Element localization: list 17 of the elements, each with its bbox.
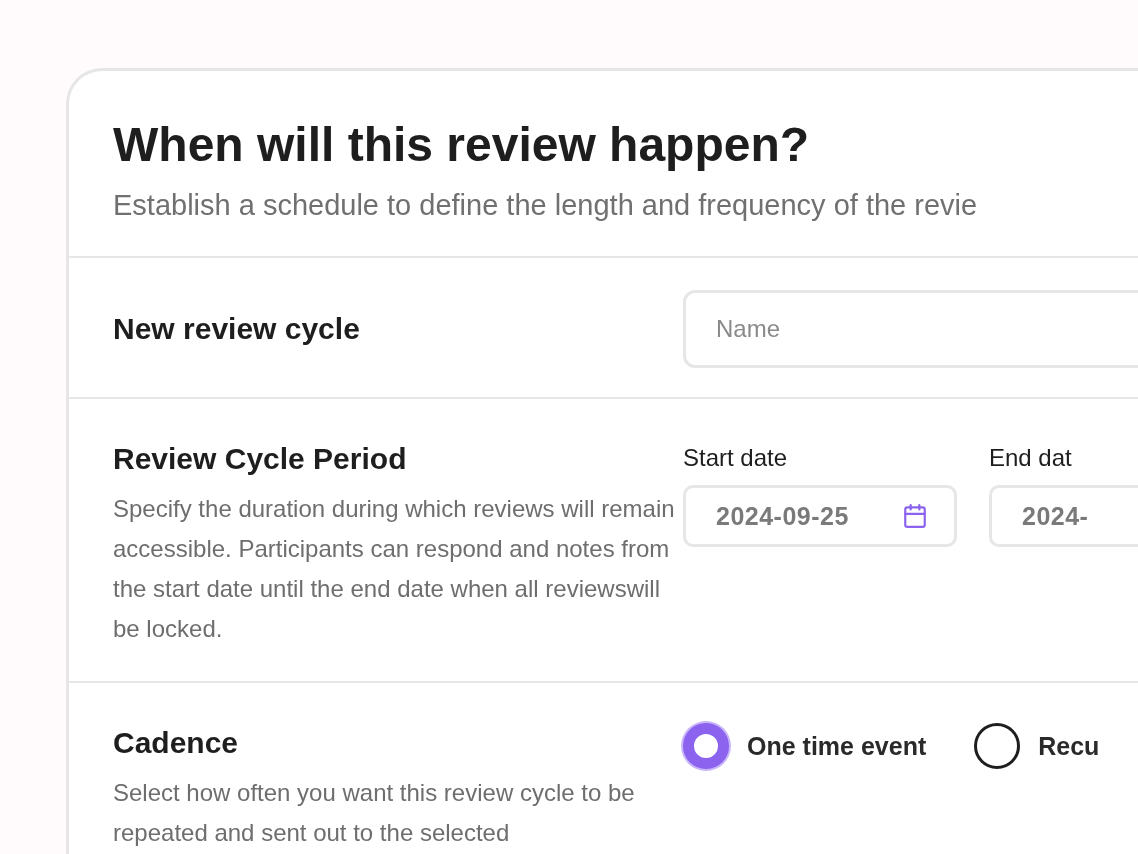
radio-button[interactable] xyxy=(974,723,1021,769)
page-subtitle: Establish a schedule to define the length and frequency of the revie xyxy=(113,189,979,222)
radio-label[interactable]: Recu xyxy=(1038,731,1100,761)
radio-button[interactable] xyxy=(683,723,729,769)
section-description: Specify the duration during which reviews will remain accessible. Participants can respond and notes from the start date until the end date when all reviewswill be locked. xyxy=(113,494,676,644)
date-label: Start date xyxy=(683,443,789,473)
date-label: End dat xyxy=(989,443,1073,473)
name-input[interactable]: Name xyxy=(683,290,1138,368)
page-title: When will this review happen? xyxy=(113,117,811,173)
section-title: Cadence xyxy=(113,725,240,761)
date-field[interactable]: 2024-09-25 xyxy=(683,485,957,547)
section-title: Review Cycle Period xyxy=(113,441,408,477)
calendar-icon xyxy=(902,503,928,529)
section-title: New review cycle xyxy=(113,311,361,347)
date-field[interactable]: 2024- xyxy=(989,485,1138,547)
radio-label[interactable]: One time event xyxy=(747,731,927,761)
section-description: Select how often you want this review cycle to be repeated and sent out to the selected xyxy=(113,778,636,848)
